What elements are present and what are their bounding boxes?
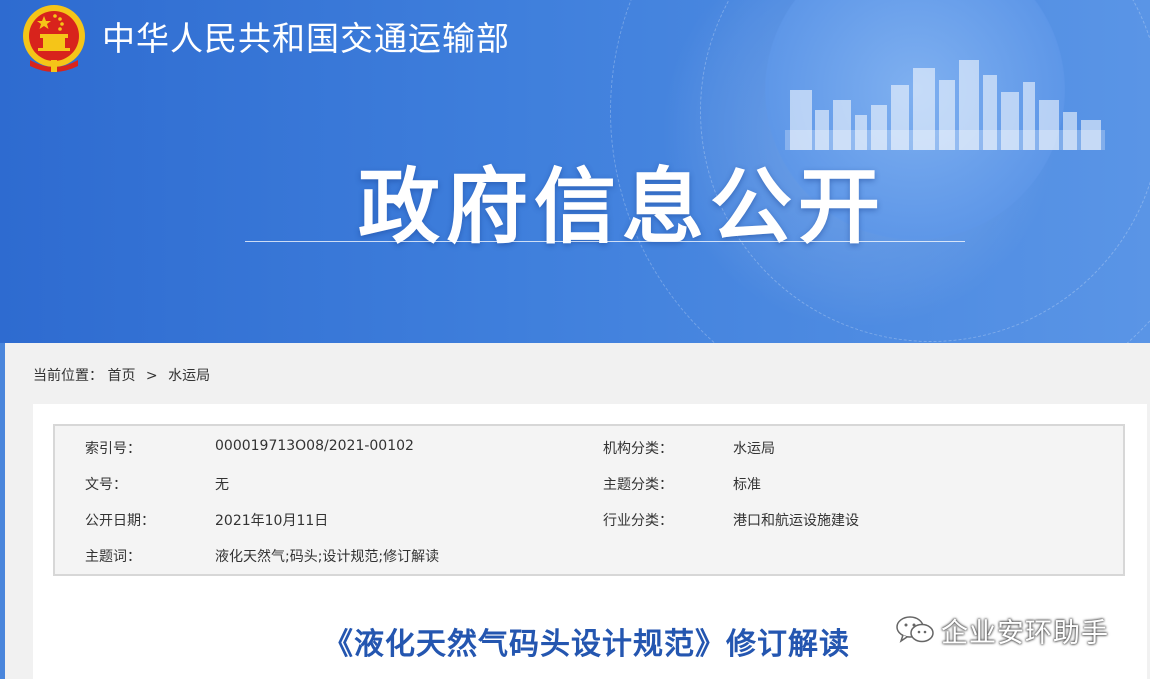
breadcrumb-current-link[interactable]: 水运局 xyxy=(168,365,210,385)
keywords-label: 主题词： xyxy=(85,549,141,565)
industry-value: 港口和航运设施建设 xyxy=(733,513,859,529)
metadata-row: 公开日期： 2021年10月11日 行业分类： 港口和航运设施建设 xyxy=(55,500,1123,536)
breadcrumb-separator: > xyxy=(145,368,158,384)
industry-label: 行业分类： xyxy=(603,513,673,529)
header-banner: 中华人民共和国交通运输部 政府信息公开 xyxy=(0,0,1150,343)
wechat-watermark: 企业安环助手 xyxy=(895,611,1109,649)
date-value: 2021年10月11日 xyxy=(215,513,329,529)
breadcrumb-prefix: 当前位置： xyxy=(33,368,103,384)
breadcrumb: 当前位置： 首页 > 水运局 xyxy=(33,365,210,385)
ministry-name[interactable]: 中华人民共和国交通运输部 xyxy=(102,12,510,60)
watermark-text: 企业安环助手 xyxy=(941,617,1109,649)
keywords-value: 液化天然气;码头;设计规范;修订解读 xyxy=(215,549,440,565)
title-divider xyxy=(245,241,965,242)
doc-no-label: 文号： xyxy=(85,477,127,493)
metadata-row: 索引号： 000019713O08/2021-00102 机构分类： 水运局 xyxy=(55,428,1123,464)
org-label: 机构分类： xyxy=(603,441,673,457)
doc-no-value: 无 xyxy=(215,477,229,493)
topic-label: 主题分类： xyxy=(603,477,673,493)
metadata-row: 文号： 无 主题分类： 标准 xyxy=(55,464,1123,500)
wechat-icon xyxy=(896,616,934,643)
org-value: 水运局 xyxy=(733,441,775,457)
city-skyline-graphic xyxy=(785,60,1105,150)
index-value: 000019713O08/2021-00102 xyxy=(215,438,414,454)
index-label: 索引号： xyxy=(85,441,141,457)
date-label: 公开日期： xyxy=(85,513,155,529)
national-emblem-icon xyxy=(23,5,85,72)
metadata-table: 索引号： 000019713O08/2021-00102 机构分类： 水运局 文… xyxy=(53,424,1125,576)
breadcrumb-home-link[interactable]: 首页 xyxy=(107,365,135,385)
topic-value: 标准 xyxy=(733,477,761,493)
article-title: 《液化天然气码头设计规范》修订解读 xyxy=(323,627,850,662)
metadata-row: 主题词： 液化天然气;码头;设计规范;修订解读 xyxy=(55,536,1123,572)
